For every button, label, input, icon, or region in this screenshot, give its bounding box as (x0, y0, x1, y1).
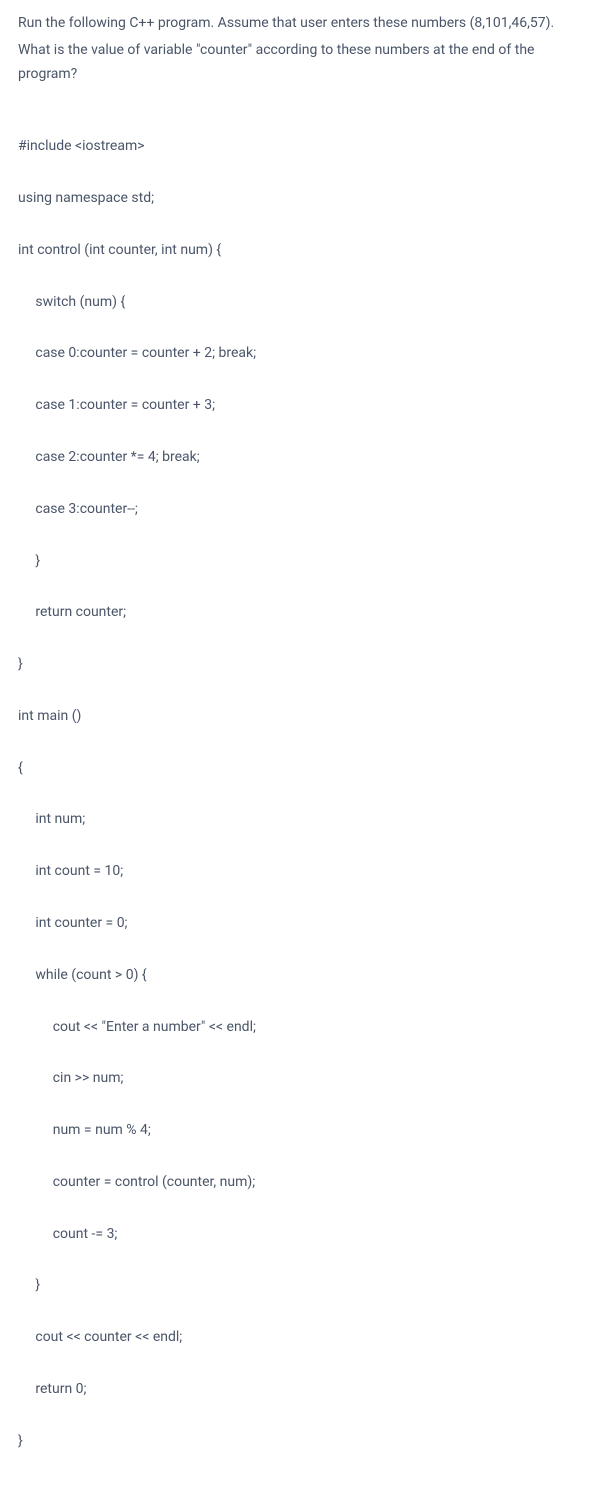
code-line: } (18, 549, 591, 575)
code-line: int counter = 0; (18, 911, 591, 937)
code-line: count -= 3; (18, 1222, 591, 1248)
code-line: cout << "Enter a number" << endl; (18, 1015, 591, 1041)
code-line: num = num % 4; (18, 1118, 591, 1144)
code-line: case 0:counter = counter + 2; break; (18, 341, 591, 367)
code-line: int main () (18, 704, 591, 730)
code-line: cin >> num; (18, 1066, 591, 1092)
code-line: case 3:counter--; (18, 497, 591, 523)
code-line: return 0; (18, 1377, 591, 1403)
code-block: #include <iostream> using namespace std;… (18, 108, 591, 1480)
question-line-1: Run the following C++ program. Assume th… (18, 12, 591, 36)
code-line: int num; (18, 807, 591, 833)
code-line: } (18, 652, 591, 678)
code-line: { (18, 756, 591, 782)
code-line: using namespace std; (18, 186, 591, 212)
code-line: while (count > 0) { (18, 963, 591, 989)
code-line: int count = 10; (18, 859, 591, 885)
code-line: return counter; (18, 600, 591, 626)
code-line: counter = control (counter, num); (18, 1170, 591, 1196)
code-line: cout << counter << endl; (18, 1325, 591, 1351)
question-line-2: What is the value of variable "counter" … (18, 39, 591, 87)
code-line: } (18, 1273, 591, 1299)
code-line: case 2:counter *= 4; break; (18, 445, 591, 471)
code-line: } (18, 1429, 591, 1455)
code-line: case 1:counter = counter + 3; (18, 393, 591, 419)
code-line: switch (num) { (18, 290, 591, 316)
question-block: Run the following C++ program. Assume th… (18, 12, 591, 86)
code-line: #include <iostream> (18, 134, 591, 160)
code-line: int control (int counter, int num) { (18, 238, 591, 264)
